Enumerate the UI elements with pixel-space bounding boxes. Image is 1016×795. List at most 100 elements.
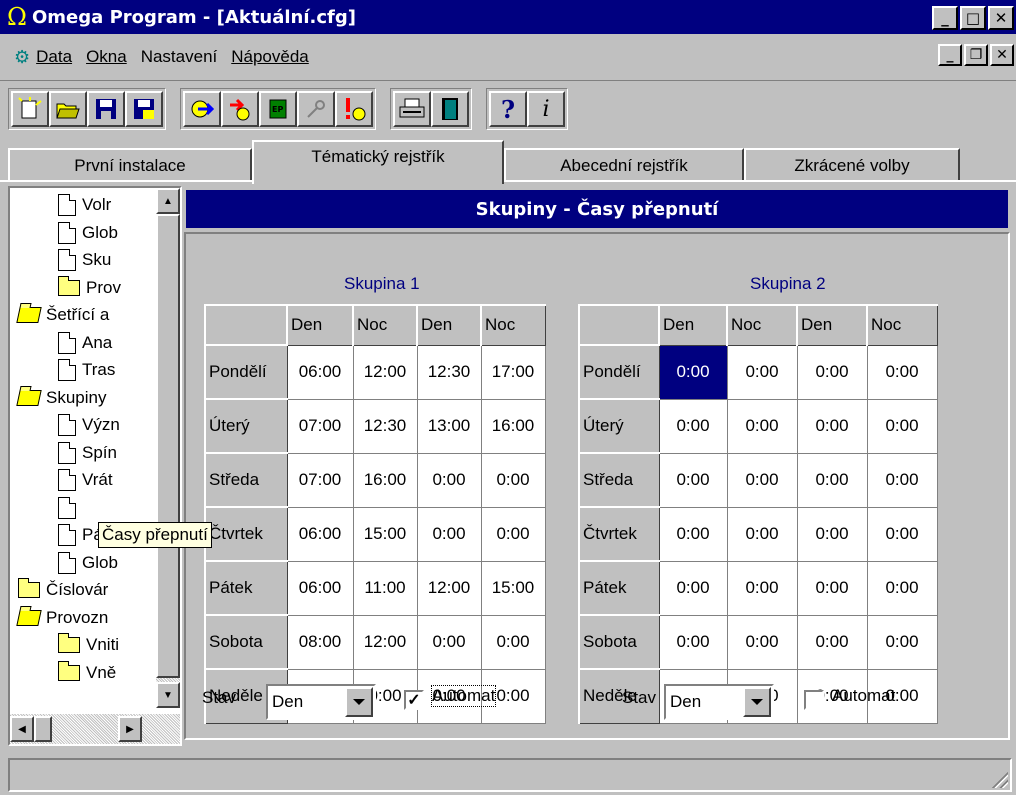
tab-zkracene-volby[interactable]: Zkrácené volby <box>744 148 960 182</box>
group-2-automat-label[interactable]: Automat <box>832 686 895 706</box>
group-1-stav-select[interactable]: Den <box>266 684 376 720</box>
time-cell[interactable]: 0:00 <box>866 344 938 400</box>
tab-prvni-instalace[interactable]: První instalace <box>8 148 252 182</box>
scroll-thumb[interactable] <box>156 214 180 678</box>
time-cell[interactable]: 0:00 <box>796 344 868 400</box>
menu-nastaveni[interactable]: Nastavení <box>141 47 218 67</box>
alarm-button[interactable] <box>335 91 373 127</box>
time-cell[interactable]: 08:00 <box>286 614 354 670</box>
time-cell[interactable]: 12:00 <box>352 344 418 400</box>
tree-item[interactable]: Prov <box>57 275 121 301</box>
scroll-left-button[interactable]: ◀ <box>10 716 34 742</box>
scroll-thumb-horizontal[interactable] <box>34 716 52 742</box>
time-cell[interactable]: 0:00 <box>726 452 798 508</box>
maximize-button[interactable]: □ <box>960 6 986 30</box>
time-cell[interactable]: 0:00 <box>658 452 728 508</box>
time-cell[interactable]: 0:00 <box>416 452 482 508</box>
time-cell[interactable]: 0:00 <box>796 560 868 616</box>
tree-item[interactable]: Vniti <box>57 632 119 658</box>
time-cell[interactable]: 0:00 <box>658 614 728 670</box>
time-cell[interactable]: 0:00 <box>796 452 868 508</box>
key-button[interactable] <box>297 91 335 127</box>
time-cell[interactable]: 0:00 <box>416 506 482 562</box>
tree-item[interactable]: Význ <box>58 412 120 438</box>
time-cell[interactable]: 12:00 <box>416 560 482 616</box>
save-as-button[interactable] <box>125 91 163 127</box>
minimize-button[interactable]: _ <box>932 6 958 30</box>
scroll-right-button[interactable]: ▶ <box>118 716 142 742</box>
document-app-icon[interactable]: ⚙ <box>14 47 30 68</box>
menu-napoveda[interactable]: Nápověda <box>231 47 309 67</box>
print-button[interactable] <box>393 91 431 127</box>
time-cell[interactable]: 0:00 <box>480 614 546 670</box>
time-cell[interactable]: 0:00 <box>866 560 938 616</box>
time-cell[interactable]: 12:00 <box>352 614 418 670</box>
tree-item[interactable] <box>58 495 82 521</box>
tree-item[interactable]: Vně <box>57 660 116 686</box>
time-cell[interactable]: 0:00 <box>866 506 938 562</box>
scroll-up-button[interactable]: ▲ <box>156 188 180 214</box>
group-2-stav-select[interactable]: Den <box>664 684 774 720</box>
time-cell[interactable]: 07:00 <box>286 452 354 508</box>
tab-abecedni-rejstrik[interactable]: Abecední rejstřík <box>504 148 744 182</box>
title-bar[interactable]: Ω Omega Program - [Aktuální.cfg] _ □ ✕ <box>0 0 1016 34</box>
tree-item[interactable]: Glob <box>58 220 118 246</box>
time-cell[interactable]: 0:00 <box>658 560 728 616</box>
time-cell[interactable]: 0:00 <box>866 398 938 454</box>
doc-minimize-button[interactable]: _ <box>938 44 962 66</box>
tree-vertical-scrollbar[interactable]: ▲ ▼ <box>156 188 180 708</box>
time-cell[interactable]: 12:30 <box>416 344 482 400</box>
time-cell[interactable]: 0:00 <box>480 452 546 508</box>
time-cell[interactable]: 16:00 <box>480 398 546 454</box>
chevron-down-icon[interactable] <box>743 687 771 717</box>
menu-data[interactable]: Data <box>36 47 72 67</box>
import-button[interactable] <box>183 91 221 127</box>
scroll-down-button[interactable]: ▼ <box>156 682 180 708</box>
export-button[interactable] <box>221 91 259 127</box>
eprom-button[interactable]: EP <box>259 91 297 127</box>
close-button[interactable]: ✕ <box>988 6 1014 30</box>
tree-item[interactable]: Tras <box>58 357 115 383</box>
group-1-automat-label[interactable]: Automat <box>430 685 497 707</box>
tree-item[interactable]: Provozn <box>16 605 108 631</box>
info-button[interactable]: i <box>527 91 565 127</box>
time-cell[interactable]: 06:00 <box>286 560 354 616</box>
time-cell[interactable]: 0:00 <box>658 506 728 562</box>
tree-item[interactable]: Šetřící a <box>16 302 109 328</box>
time-cell[interactable]: 12:30 <box>352 398 418 454</box>
tree-item[interactable]: Volr <box>58 192 111 218</box>
tree-item[interactable]: Sku <box>58 247 111 273</box>
open-button[interactable] <box>49 91 87 127</box>
time-cell[interactable]: 11:00 <box>352 560 418 616</box>
tree-item[interactable]: Skupiny <box>16 385 106 411</box>
topic-tree[interactable]: Volr Glob Sku Prov Šetřící a Ana Tras Skupiny Vý… <box>8 186 182 746</box>
tree-item[interactable]: Vrát <box>58 467 113 493</box>
time-cell[interactable]: 15:00 <box>352 506 418 562</box>
new-file-button[interactable] <box>11 91 49 127</box>
time-cell[interactable]: 0:00 <box>416 614 482 670</box>
time-cell[interactable]: 07:00 <box>286 398 354 454</box>
help-button[interactable]: ? <box>489 91 527 127</box>
doc-close-button[interactable]: ✕ <box>990 44 1014 66</box>
time-cell[interactable]: 0:00 <box>726 560 798 616</box>
menu-okna[interactable]: Okna <box>86 47 127 67</box>
time-cell[interactable]: 0:00 <box>726 506 798 562</box>
time-cell[interactable]: 0:00 <box>796 506 868 562</box>
save-button[interactable] <box>87 91 125 127</box>
time-cell[interactable]: 06:00 <box>286 344 354 400</box>
resize-grip-icon[interactable] <box>990 770 1008 788</box>
time-cell[interactable]: 06:00 <box>286 506 354 562</box>
tab-tematicky-rejstrik[interactable]: Tématický rejstřík <box>252 140 504 184</box>
time-cell[interactable]: 0:00 <box>726 398 798 454</box>
time-cell[interactable]: 17:00 <box>480 344 546 400</box>
time-cell[interactable]: 0:00 <box>726 614 798 670</box>
time-cell[interactable]: 0:00 <box>658 398 728 454</box>
time-cell[interactable]: 0:00 <box>726 344 798 400</box>
time-cell[interactable]: 0:00 <box>480 506 546 562</box>
tree-item[interactable]: Číslovár <box>17 577 108 603</box>
time-cell[interactable]: 0:00 <box>866 614 938 670</box>
tree-item[interactable]: Glob <box>58 550 118 576</box>
time-cell[interactable]: 16:00 <box>352 452 418 508</box>
time-cell[interactable]: 0:00 <box>866 452 938 508</box>
time-cell[interactable]: 0:00 <box>796 614 868 670</box>
